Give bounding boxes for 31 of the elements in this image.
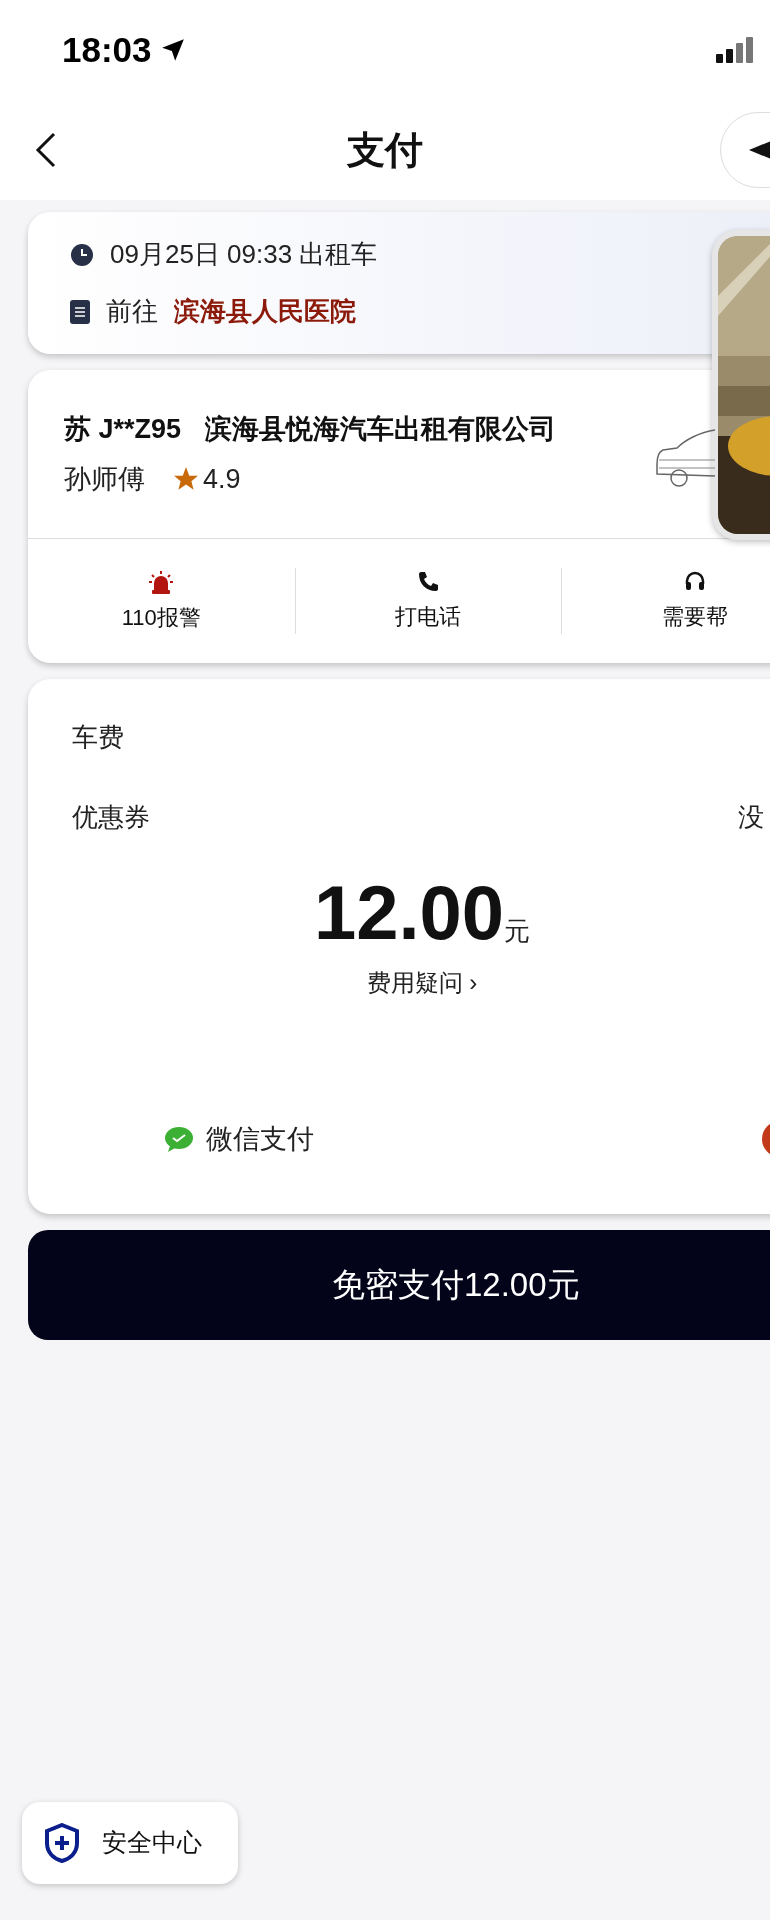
license-plate: 苏 J**Z95	[64, 412, 182, 446]
trip-time: 09月25日 09:33 出租车	[110, 238, 378, 271]
action-button[interactable]: 110报警	[121, 568, 201, 634]
action-button[interactable]: 需要帮	[662, 569, 729, 633]
driver-name: 孙师傅	[64, 463, 145, 496]
clock-icon	[70, 242, 94, 267]
destination-label: 前往	[106, 295, 158, 328]
phone-icon	[416, 569, 441, 594]
chat-bubble-icon	[164, 1125, 194, 1154]
send-arrow-icon	[749, 141, 770, 159]
fare-value[interactable]: 没	[738, 797, 764, 837]
action-button[interactable]: 打电话	[395, 569, 462, 633]
pay-button[interactable]: 免密支付12.00元	[28, 1230, 770, 1340]
page-title: 支付	[347, 127, 423, 173]
fare-label: 优惠券	[72, 800, 150, 834]
shield-plus-icon	[44, 1823, 80, 1863]
payment-method-label[interactable]: 微信支付	[206, 1119, 314, 1160]
fare-amount: 12.00	[313, 875, 505, 951]
back-icon[interactable]	[34, 130, 58, 170]
destination-name: 滨海县人民医院	[174, 295, 356, 328]
fare-label: 车费	[72, 720, 124, 754]
fare-question-link[interactable]: 费用疑问 ›	[366, 965, 478, 1001]
car-outline-drawing	[655, 428, 715, 490]
alarm-light-icon	[148, 568, 175, 595]
document-icon	[70, 299, 90, 324]
status-time: 18:03	[62, 28, 152, 71]
driver-rating: 4.9	[203, 463, 241, 496]
star-icon	[173, 466, 199, 493]
currency-unit: 元	[504, 915, 531, 948]
safety-center-button[interactable]: 安全中心	[22, 1802, 238, 1884]
taxi-company: 滨海县悦海汽车出租有限公司	[205, 412, 557, 446]
